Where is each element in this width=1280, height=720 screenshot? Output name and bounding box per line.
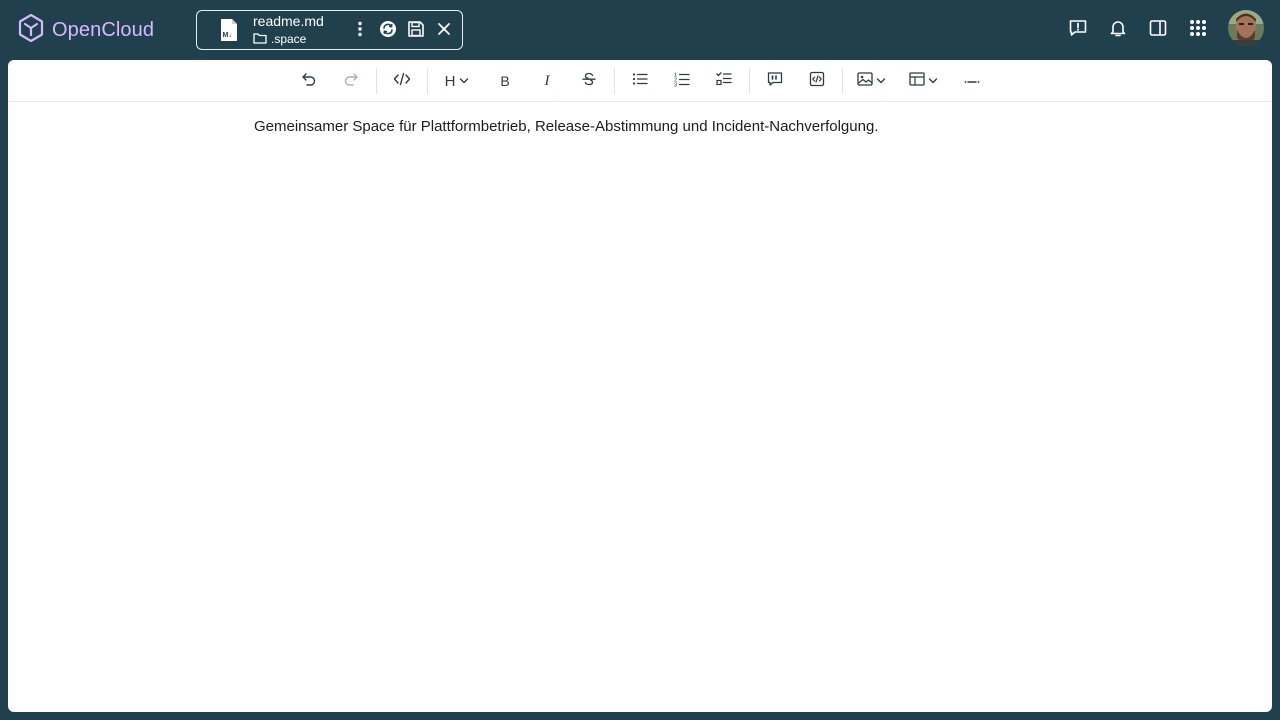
notifications-button[interactable]: [1106, 18, 1130, 42]
ordered-list-icon: 1 2 3: [674, 71, 690, 92]
opencloud-logo-icon: [18, 13, 44, 48]
toolbar-separator: [749, 68, 750, 94]
code-block-button[interactable]: [806, 70, 828, 92]
sync-icon: [379, 20, 397, 43]
table-dropdown[interactable]: [908, 70, 938, 92]
document-paragraph[interactable]: Gemeinsamer Space für Plattformbetrieb, …: [254, 118, 878, 135]
svg-text:3: 3: [674, 82, 677, 87]
redo-button[interactable]: [340, 70, 362, 92]
heading-icon: H: [444, 72, 456, 90]
image-icon: [856, 71, 873, 91]
toolbar-separator: [842, 68, 843, 94]
editor-toolbar: H B I 1 2 3: [8, 60, 1272, 102]
markdown-file-icon: M↓: [219, 18, 239, 47]
code-block-icon: [809, 71, 825, 92]
file-location[interactable]: .space: [253, 31, 306, 47]
app-logo[interactable]: OpenCloud: [18, 13, 155, 48]
quote-icon: [767, 71, 783, 92]
app-switcher-icon: [1188, 18, 1208, 43]
top-bar: OpenCloud M↓ readme.md .space: [0, 0, 1280, 60]
bold-icon: B: [500, 73, 510, 89]
folder-icon: [253, 32, 267, 47]
table-icon: [908, 71, 925, 91]
file-name: readme.md: [253, 13, 324, 29]
app-switcher-button[interactable]: [1186, 18, 1210, 42]
sidebar-toggle-button[interactable]: [1146, 18, 1170, 42]
close-file-button[interactable]: [432, 19, 456, 43]
ordered-list-button[interactable]: 1 2 3: [671, 70, 693, 92]
more-options-button[interactable]: [348, 19, 372, 43]
app-name: OpenCloud: [52, 18, 155, 41]
chevron-down-icon: [459, 72, 469, 90]
more-options-icon: [357, 21, 363, 42]
open-file-tab[interactable]: M↓ readme.md .space: [196, 10, 463, 50]
chevron-down-icon: [876, 72, 886, 90]
code-icon: [393, 71, 411, 92]
toolbar-separator: [427, 68, 428, 94]
avatar[interactable]: [1228, 10, 1264, 46]
feedback-icon: [1068, 18, 1088, 43]
code-button[interactable]: [391, 70, 413, 92]
quote-button[interactable]: [764, 70, 786, 92]
folder-name: .space: [271, 32, 307, 46]
italic-button[interactable]: I: [536, 70, 558, 92]
heading-dropdown[interactable]: H: [442, 70, 472, 92]
svg-text:M↓: M↓: [223, 32, 232, 39]
italic-icon: I: [544, 72, 550, 89]
horizontal-rule-button[interactable]: [961, 70, 983, 92]
chevron-down-icon: [928, 72, 938, 90]
notifications-icon: [1108, 18, 1128, 43]
horizontal-rule-icon: [964, 72, 980, 90]
bullet-list-button[interactable]: [629, 70, 651, 92]
feedback-button[interactable]: [1066, 18, 1090, 42]
strikethrough-button[interactable]: [578, 70, 600, 92]
markdown-editor: H B I 1 2 3 Gemeinsamer Space für Plattf…: [8, 60, 1272, 712]
close-icon: [437, 22, 451, 41]
image-dropdown[interactable]: [856, 70, 886, 92]
bullet-list-icon: [632, 72, 648, 91]
sync-button[interactable]: [376, 19, 400, 43]
redo-icon: [343, 71, 359, 92]
save-icon: [407, 20, 425, 43]
task-list-icon: [716, 71, 732, 92]
bold-button[interactable]: B: [494, 70, 516, 92]
sidebar-toggle-icon: [1148, 18, 1168, 43]
save-button[interactable]: [404, 19, 428, 43]
toolbar-separator: [614, 68, 615, 94]
toolbar-separator: [376, 68, 377, 94]
undo-icon: [301, 71, 317, 92]
strikethrough-icon: [581, 71, 597, 92]
task-list-button[interactable]: [713, 70, 735, 92]
undo-button[interactable]: [298, 70, 320, 92]
